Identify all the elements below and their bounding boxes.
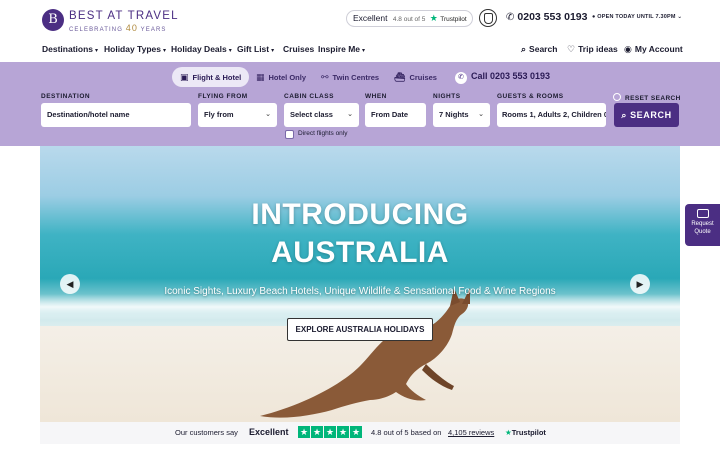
heart-icon: ♡ (567, 44, 576, 54)
label-flying-from: FLYING FROM (198, 93, 248, 100)
brand-logo[interactable]: B BEST AT TRAVEL CELEBRATING 40 YEARS (42, 9, 178, 33)
tab-cruises[interactable]: ⛴ Cruises (394, 67, 437, 87)
header-phone[interactable]: ✆ 0203 553 0193 (506, 11, 587, 23)
destination-input[interactable]: Destination/hotel name (41, 103, 191, 127)
panel-phone[interactable]: ✆ Call 0203 553 0193 (455, 71, 550, 84)
date-input[interactable]: From Date (365, 103, 426, 127)
hero-subtitle: Iconic Sights, Luxury Beach Hotels, Uniq… (164, 286, 556, 297)
chevron-down-icon: ⌄ (677, 14, 683, 20)
header-phone-number: 0203 553 0193 (517, 11, 588, 23)
label-destination: DESTINATION (41, 93, 91, 100)
chevron-down-icon: ▾ (228, 48, 232, 54)
request-quote-widget[interactable]: Request Quote (685, 204, 720, 246)
direct-flights-checkbox[interactable] (285, 130, 294, 139)
request-quote-line1: Request (691, 221, 714, 227)
nights-select[interactable]: 7 Nights ⌄ (433, 103, 490, 127)
trustpilot-star-icon: ★ (429, 13, 438, 23)
rating-word: Excellent (353, 13, 388, 23)
chevron-down-icon: ▾ (271, 48, 275, 54)
phone-icon: ✆ (506, 12, 515, 23)
reset-search[interactable]: RESET SEARCH (613, 93, 681, 102)
nav-inspire-me[interactable]: Inspire Me ▾ (318, 44, 365, 54)
carousel-prev-icon[interactable]: ◀ (60, 274, 80, 294)
hero-title: INTRODUCING AUSTRALIA (251, 198, 469, 269)
star-icon: ★ (350, 426, 362, 438)
star-icon: ★ (337, 426, 349, 438)
nav-gift-list[interactable]: Gift List ▾ (237, 44, 274, 54)
chevron-down-icon: ⌄ (347, 111, 353, 118)
search-icon: ⌕ (621, 110, 627, 120)
trustpilot-star-icon: ★ (505, 428, 512, 437)
nav-holiday-deals[interactable]: Holiday Deals ▾ (171, 44, 232, 54)
user-icon: ◉ (624, 44, 632, 54)
ship-icon: ⛴ (394, 72, 406, 82)
star-icon: ★ (311, 426, 323, 438)
direct-flights-label: Direct flights only (298, 130, 348, 137)
trust-prefix: Our customers say (175, 428, 238, 437)
flying-from-select[interactable]: Fly from ⌄ (198, 103, 277, 127)
star-icon: ★ (324, 426, 336, 438)
label-cabin-class: CABIN CLASS (284, 93, 334, 100)
reset-icon (613, 93, 621, 101)
nav-search[interactable]: ⌕ Search (521, 44, 557, 55)
hotel-icon: ▦ (256, 72, 265, 82)
trust-reviews-link[interactable]: 4,105 reviews (448, 428, 494, 437)
tab-flight-hotel[interactable]: ▣ Flight & Hotel (172, 67, 250, 87)
nav-trip-ideas[interactable]: ♡ Trip ideas (567, 44, 618, 55)
brand-name: BEST AT TRAVEL (69, 10, 179, 22)
label-guests-rooms: GUESTS & ROOMS (497, 93, 564, 100)
status-dot-icon: ● (592, 14, 596, 20)
trustpilot-bar: Our customers say Excellent ★ ★ ★ ★ ★ 4.8 ou… (40, 422, 680, 444)
brand-tagline: CELEBRATING 40 YEARS (69, 23, 167, 33)
opening-hours[interactable]: ● OPEN TODAY UNTIL 7.30PM ⌄ (592, 14, 682, 20)
phone-icon: ✆ (455, 72, 467, 84)
top-bar: B BEST AT TRAVEL CELEBRATING 40 YEARS Ex… (0, 0, 720, 38)
chevron-down-icon: ⌄ (265, 111, 271, 118)
label-when: WHEN (365, 93, 387, 100)
carousel-next-icon[interactable]: ▶ (630, 274, 650, 294)
nav-cruises[interactable]: Cruises (283, 44, 314, 54)
route-icon: ⚯ (321, 72, 329, 82)
nav-holiday-types[interactable]: Holiday Types ▾ (104, 44, 166, 54)
tab-twin-centres[interactable]: ⚯ Twin Centres (321, 67, 379, 87)
trust-score: 4.8 out of 5 based on (371, 428, 442, 437)
request-quote-line2: Quote (694, 229, 711, 235)
hero-banner: INTRODUCING AUSTRALIA Iconic Sights, Luxu… (40, 146, 680, 422)
chevron-down-icon: ▾ (95, 48, 99, 54)
rating-score: 4.8 out of 5 (392, 16, 426, 23)
nav-my-account[interactable]: ◉ My Account (624, 44, 683, 55)
star-icon: ★ (298, 426, 310, 438)
tab-hotel-only[interactable]: ▦ Hotel Only (256, 67, 306, 87)
trust-word: Excellent (249, 427, 289, 437)
search-button[interactable]: ⌕ SEARCH (614, 103, 679, 127)
trustpilot-logo[interactable]: ★Trustpilot (505, 428, 546, 437)
main-nav: Destinations ▾ Holiday Types ▾ Holiday Dea… (0, 38, 720, 62)
trustpilot-name: Trustpilot (440, 16, 467, 23)
search-icon: ⌕ (521, 44, 527, 54)
chat-icon (696, 209, 709, 218)
trustpilot-rating-pill[interactable]: Excellent 4.8 out of 5 ★ Trustpilot (346, 10, 473, 27)
trustpilot-stars: ★ ★ ★ ★ ★ (298, 426, 363, 439)
opening-hours-text: OPEN TODAY UNTIL 7.30PM (597, 14, 676, 20)
suitcase-icon: ▣ (180, 72, 189, 82)
label-nights: NIGHTS (433, 93, 461, 100)
chevron-down-icon: ▾ (163, 48, 167, 54)
guests-rooms-select[interactable]: Rooms 1, Adults 2, Children 0 (497, 103, 606, 127)
chevron-down-icon: ⌄ (478, 111, 484, 118)
logo-mark: B (42, 9, 64, 31)
cabin-class-select[interactable]: Select class ⌄ (284, 103, 359, 127)
explore-australia-button[interactable]: EXPLORE AUSTRALIA HOLIDAYS (287, 318, 433, 341)
nav-destinations[interactable]: Destinations ▾ (42, 44, 98, 54)
chevron-down-icon: ▾ (362, 48, 366, 54)
accreditation-badge-icon[interactable] (479, 9, 497, 27)
